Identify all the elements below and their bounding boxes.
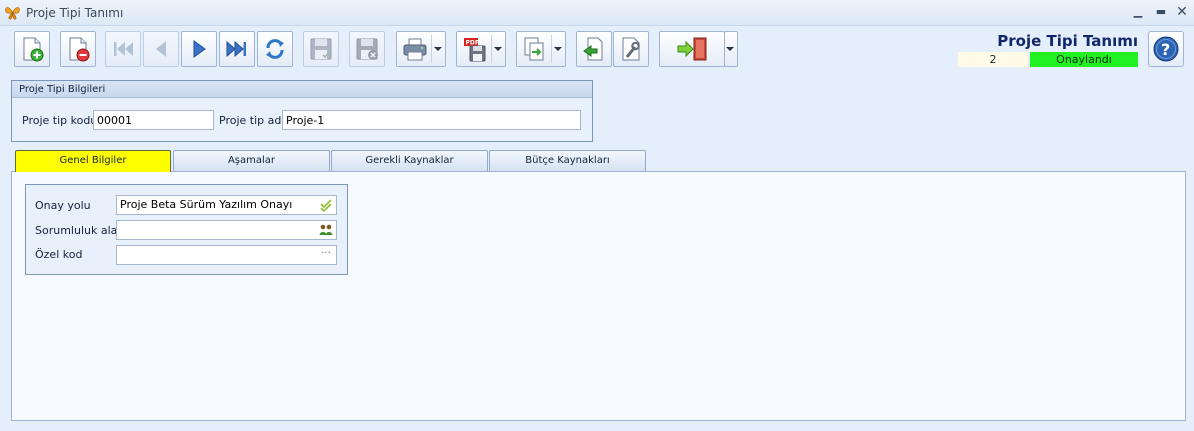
- new-document-icon: [23, 37, 44, 62]
- export-button[interactable]: [516, 31, 566, 67]
- svg-text:?: ?: [1161, 40, 1170, 59]
- save-cancel-icon: [356, 38, 378, 60]
- first-icon: [114, 42, 133, 56]
- window-title: Proje Tipi Tanımı: [26, 6, 124, 20]
- status-number: 2: [958, 52, 1028, 67]
- tab-genel-bilgiler[interactable]: Genel Bilgiler: [15, 150, 171, 172]
- special-code-label: Özel kod: [35, 248, 83, 261]
- export-icon: [524, 37, 544, 61]
- code-input[interactable]: [93, 110, 214, 130]
- responsibility-label: Sorumluluk alanı: [35, 224, 128, 237]
- last-icon: [226, 40, 246, 58]
- import-icon: [583, 37, 603, 61]
- status-badge: Onaylandı: [1030, 52, 1138, 67]
- pdf-export-button[interactable]: PDF: [456, 31, 506, 67]
- next-record-button[interactable]: [181, 31, 217, 67]
- users-icon[interactable]: [319, 223, 333, 237]
- exit-dropdown-button[interactable]: [724, 31, 738, 67]
- delete-record-button[interactable]: [60, 31, 96, 67]
- tab-butce-kaynaklari[interactable]: Bütçe Kaynakları: [489, 150, 646, 171]
- ellipsis-icon[interactable]: ···: [319, 247, 333, 261]
- name-input[interactable]: [282, 110, 581, 130]
- refresh-icon: [266, 39, 284, 59]
- info-group-title: Proje Tipi Bilgileri: [12, 81, 592, 98]
- name-label: Proje tip adı: [219, 114, 285, 127]
- printer-icon: [403, 38, 427, 61]
- cancel-save-button[interactable]: [349, 31, 385, 67]
- checkmark-icon[interactable]: [319, 198, 333, 212]
- pdf-icon: PDF: [464, 38, 486, 62]
- approval-label: Onay yolu: [35, 199, 91, 212]
- butterfly-icon: [5, 7, 20, 20]
- approval-field[interactable]: Proje Beta Sürüm Yazılım Onayı: [116, 195, 337, 215]
- next-icon: [193, 40, 206, 58]
- exit-door-icon: [677, 37, 707, 61]
- tab-gerekli-kaynaklar[interactable]: Gerekli Kaynaklar: [331, 150, 488, 171]
- title-bar: Proje Tipi Tanımı ▁ ▬ ✕: [0, 0, 1194, 26]
- new-record-button[interactable]: [14, 31, 50, 67]
- close-icon[interactable]: ✕: [1172, 3, 1192, 21]
- exit-button[interactable]: [659, 31, 725, 67]
- form-title: Proje Tipi Tanımı: [997, 32, 1138, 50]
- wrench-icon: [622, 37, 640, 61]
- minimize-icon[interactable]: ▁: [1128, 3, 1148, 21]
- help-icon: ?: [1153, 36, 1179, 62]
- maximize-icon[interactable]: ▬: [1151, 3, 1171, 21]
- save-icon: [310, 38, 332, 60]
- settings-button[interactable]: [613, 31, 649, 67]
- special-code-field[interactable]: ···: [116, 245, 337, 265]
- previous-record-button[interactable]: [143, 31, 179, 67]
- refresh-button[interactable]: [257, 31, 293, 67]
- delete-document-icon: [69, 37, 90, 62]
- help-button[interactable]: ?: [1148, 31, 1184, 67]
- import-button[interactable]: [576, 31, 612, 67]
- last-record-button[interactable]: [219, 31, 255, 67]
- code-label: Proje tip kodu: [22, 114, 98, 127]
- previous-icon: [156, 41, 166, 57]
- save-button[interactable]: [303, 31, 339, 67]
- approval-value: Proje Beta Sürüm Yazılım Onayı: [120, 198, 293, 211]
- first-record-button[interactable]: [105, 31, 141, 67]
- tab-asamalar[interactable]: Aşamalar: [173, 150, 330, 171]
- responsibility-field[interactable]: [116, 220, 337, 240]
- print-button[interactable]: [396, 31, 446, 67]
- svg-text:PDF: PDF: [466, 40, 479, 47]
